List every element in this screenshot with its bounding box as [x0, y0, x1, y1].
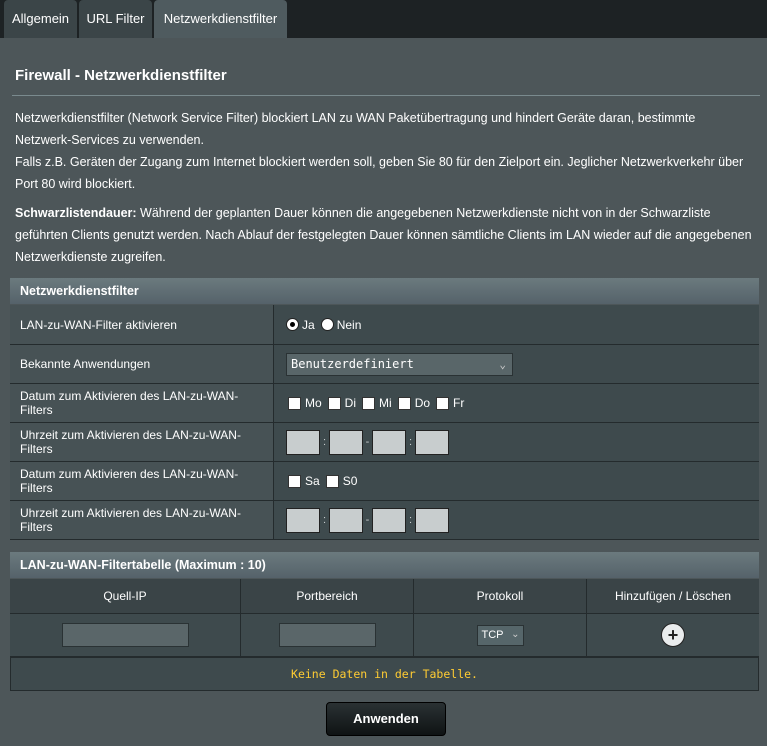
weekend-time-value: : -: [273, 501, 759, 539]
tab-netzwerkdienstfilter[interactable]: Netzwerkdienstfilter [154, 0, 287, 38]
radio-yes[interactable]: Ja [286, 318, 315, 332]
checkbox-mo-label: Mo [305, 396, 322, 410]
column-port-range: Portbereich [241, 579, 414, 613]
filter-table-input-row: TCP ⌄ + [10, 614, 759, 657]
page-title: Firewall - Netzwerkdienstfilter [15, 67, 227, 84]
column-protocol: Protokoll [414, 579, 587, 613]
checkbox-sa-label: Sa [305, 474, 320, 488]
port-range-cell [241, 614, 414, 656]
time-dash: - [365, 436, 370, 448]
weekday-end-minute-input[interactable] [415, 429, 449, 455]
weekday-time-row: Uhrzeit zum Aktivieren des LAN-zu-WAN-Fi… [10, 423, 759, 462]
checkbox-fr-box[interactable] [436, 396, 450, 410]
checkbox-do-label: Do [414, 396, 431, 410]
tab-bar: Allgemein URL Filter Netzwerkdienstfilte… [0, 0, 767, 38]
add-icon[interactable]: + [661, 623, 685, 647]
tab-url-filter[interactable]: URL Filter [79, 0, 152, 38]
time-colon: : [322, 514, 327, 526]
tab-allgemein[interactable]: Allgemein [4, 0, 77, 38]
checkbox-so[interactable]: S0 [325, 474, 358, 488]
weekday-date-label: Datum zum Aktivieren des LAN-zu-WAN-Filt… [10, 384, 273, 422]
checkbox-so-box[interactable] [325, 474, 339, 488]
weekend-date-value: Sa S0 [273, 462, 759, 500]
table-empty-message: Keine Daten in der Tabelle. [10, 657, 759, 691]
port-range-input[interactable] [278, 623, 376, 647]
weekday-date-row: Datum zum Aktivieren des LAN-zu-WAN-Filt… [10, 384, 759, 423]
column-source-ip: Quell-IP [10, 579, 241, 613]
checkbox-sa-box[interactable] [288, 474, 301, 488]
known-apps-row: Bekannte Anwendungen Benutzerdefiniert ⌄ [10, 345, 759, 384]
weekday-date-value: Mo Di Mi Do Fr [273, 384, 759, 422]
time-colon: : [322, 436, 327, 448]
chevron-down-icon: ⌄ [499, 357, 506, 371]
apply-button[interactable]: Anwenden [326, 702, 446, 736]
weekend-date-row: Datum zum Aktivieren des LAN-zu-WAN-Filt… [10, 462, 759, 501]
time-colon: : [408, 514, 413, 526]
source-ip-cell [10, 614, 241, 656]
weekend-start-minute-input[interactable] [329, 507, 363, 533]
add-cell: + [587, 614, 759, 656]
checkbox-do-box[interactable] [397, 396, 411, 410]
enable-filter-value: Ja Nein [273, 305, 759, 344]
blacklist-description: Schwarzlistendauer: Während der geplante… [15, 202, 755, 268]
protocol-cell: TCP ⌄ [414, 614, 587, 656]
title-divider [12, 95, 760, 96]
checkbox-mo[interactable]: Mo [288, 396, 322, 410]
enable-filter-row: LAN-zu-WAN-Filter aktivieren Ja Nein [10, 305, 759, 345]
known-apps-selected: Benutzerdefiniert [291, 357, 414, 371]
radio-no-label: Nein [336, 317, 362, 332]
checkbox-mi[interactable]: Mi [362, 396, 392, 410]
checkbox-so-label: S0 [342, 474, 358, 488]
column-add-delete: Hinzufügen / Löschen [614, 589, 732, 603]
checkbox-mi-label: Mi [379, 396, 392, 410]
description-text: Netzwerkdienstfilter (Network Service Fi… [15, 107, 755, 195]
radio-no[interactable]: Nein [320, 317, 362, 332]
known-apps-value: Benutzerdefiniert ⌄ [273, 345, 759, 383]
description-line-1: Netzwerkdienstfilter (Network Service Fi… [15, 111, 696, 147]
checkbox-di[interactable]: Di [327, 396, 357, 410]
radio-yes-button[interactable] [286, 318, 299, 331]
time-dash: - [365, 514, 370, 526]
weekend-time-label: Uhrzeit zum Aktivieren des LAN-zu-WAN-Fi… [10, 501, 273, 539]
filter-table-column-headers: Quell-IP Portbereich Protokoll Hinzufüge… [10, 579, 759, 614]
checkbox-mi-box[interactable] [362, 396, 376, 410]
weekday-time-label: Uhrzeit zum Aktivieren des LAN-zu-WAN-Fi… [10, 423, 273, 461]
checkbox-di-box[interactable] [327, 396, 341, 410]
source-ip-input[interactable] [61, 623, 189, 647]
filter-table-header: LAN-zu-WAN-Filtertabelle (Maximum : 10) [10, 552, 759, 578]
checkbox-sa[interactable]: Sa [288, 474, 320, 488]
radio-no-button[interactable] [320, 318, 334, 331]
time-colon: : [408, 436, 413, 448]
weekend-start-hour-input[interactable] [286, 507, 320, 533]
checkbox-mo-box[interactable] [288, 396, 301, 410]
description-line-2: Falls z.B. Geräten der Zugang zum Intern… [15, 155, 744, 191]
enable-filter-label: LAN-zu-WAN-Filter aktivieren [10, 305, 273, 344]
weekend-end-hour-input[interactable] [372, 507, 406, 533]
protocol-select[interactable]: TCP ⌄ [476, 624, 524, 646]
weekend-end-minute-input[interactable] [415, 507, 449, 533]
known-apps-label: Bekannte Anwendungen [10, 345, 273, 383]
checkbox-di-label: Di [344, 396, 357, 410]
weekday-start-minute-input[interactable] [329, 429, 363, 455]
checkbox-fr[interactable]: Fr [436, 396, 464, 410]
filter-section-header: Netzwerkdienstfilter [10, 278, 759, 304]
blacklist-label: Schwarzlistendauer: [15, 206, 137, 220]
radio-yes-label: Ja [302, 317, 315, 332]
weekday-end-hour-input[interactable] [372, 429, 406, 455]
protocol-selected: TCP [481, 629, 504, 641]
weekday-time-value: : -: [273, 423, 759, 461]
checkbox-fr-label: Fr [453, 396, 465, 410]
known-apps-select[interactable]: Benutzerdefiniert ⌄ [286, 352, 513, 376]
weekend-date-label: Datum zum Aktivieren des LAN-zu-WAN-Filt… [10, 462, 273, 500]
checkbox-do[interactable]: Do [397, 396, 431, 410]
chevron-down-icon: ⌄ [511, 628, 520, 640]
weekday-start-hour-input[interactable] [286, 429, 320, 455]
weekend-time-row: Uhrzeit zum Aktivieren des LAN-zu-WAN-Fi… [10, 501, 759, 540]
